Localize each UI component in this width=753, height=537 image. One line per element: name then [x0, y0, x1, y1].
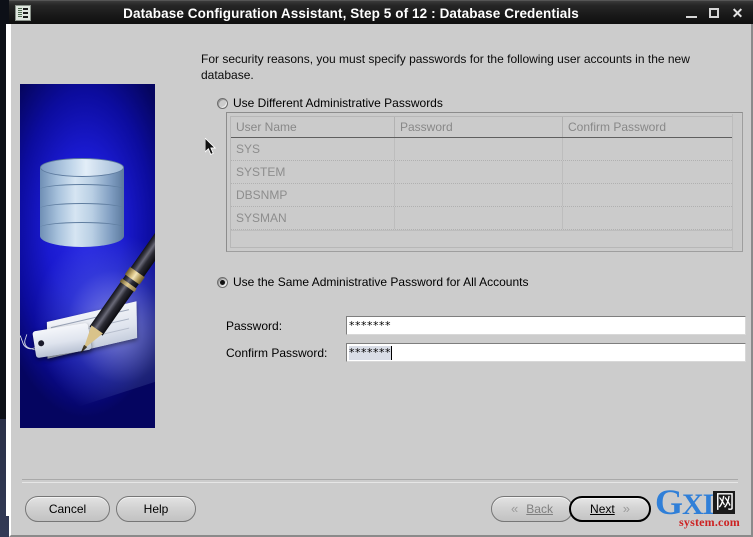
- table-header-row: User Name Password Confirm Password: [231, 117, 732, 138]
- cell-password[interactable]: [395, 138, 563, 160]
- cell-password[interactable]: [395, 184, 563, 206]
- cell-user-name: SYSTEM: [231, 161, 395, 183]
- intro-text: For security reasons, you must specify p…: [201, 52, 690, 82]
- password-value: *******: [349, 318, 391, 332]
- password-label: Password:: [226, 318, 283, 333]
- minimize-icon[interactable]: [685, 7, 698, 20]
- confirm-password-value: *******: [349, 345, 391, 360]
- maximize-icon[interactable]: [708, 7, 721, 20]
- chevron-left-icon: «: [511, 501, 519, 516]
- radio-label-different: Use Different Administrative Passwords: [233, 96, 443, 110]
- table-empty-area: [231, 230, 732, 275]
- cell-password[interactable]: [395, 207, 563, 229]
- cylinder-ring: [40, 222, 124, 233]
- window-controls: ✕: [685, 6, 744, 20]
- table-row[interactable]: DBSNMP: [231, 184, 732, 207]
- cell-confirm-password[interactable]: [563, 184, 732, 206]
- radio-label-same: Use the Same Administrative Password for…: [233, 275, 529, 289]
- table-row[interactable]: SYS: [231, 138, 732, 161]
- table-row[interactable]: SYSMAN: [231, 207, 732, 230]
- cell-password[interactable]: [395, 161, 563, 183]
- back-button-label: Back: [526, 502, 553, 516]
- confirm-password-field-row: Confirm Password: *******: [226, 343, 746, 362]
- column-header-confirm-password[interactable]: Confirm Password: [563, 117, 732, 137]
- column-header-user-name[interactable]: User Name: [231, 117, 395, 137]
- watermark-subtitle: system.com: [679, 515, 740, 529]
- cell-confirm-password[interactable]: [563, 138, 732, 160]
- table-row[interactable]: SYSTEM: [231, 161, 732, 184]
- cell-confirm-password[interactable]: [563, 161, 732, 183]
- cell-user-name: SYSMAN: [231, 207, 395, 229]
- chevron-right-icon: »: [622, 501, 630, 516]
- text-caret: [391, 345, 392, 360]
- password-field-row: Password: *******: [226, 316, 746, 335]
- database-cylinder-icon: [40, 158, 124, 254]
- cell-user-name: DBSNMP: [231, 184, 395, 206]
- password-input[interactable]: *******: [346, 316, 746, 335]
- cylinder-top: [40, 158, 124, 177]
- next-button[interactable]: Next »: [569, 496, 651, 522]
- help-button[interactable]: Help: [116, 496, 196, 522]
- credentials-table[interactable]: User Name Password Confirm Password SYS …: [226, 112, 743, 252]
- footer-separator: [22, 479, 738, 483]
- confirm-password-input[interactable]: *******: [346, 343, 746, 362]
- cylinder-ring: [40, 203, 124, 214]
- next-button-label: Next: [590, 502, 615, 516]
- cancel-button-label: Cancel: [48, 502, 87, 516]
- window-title: Database Configuration Assistant, Step 5…: [123, 5, 579, 21]
- back-button[interactable]: « Back: [491, 496, 573, 522]
- radio-use-different-passwords[interactable]: Use Different Administrative Passwords: [217, 96, 443, 110]
- column-header-password[interactable]: Password: [395, 117, 563, 137]
- cell-user-name: SYS: [231, 138, 395, 160]
- watermark-prefix: G: [655, 482, 683, 522]
- help-button-label: Help: [143, 502, 169, 516]
- close-icon[interactable]: ✕: [731, 6, 744, 20]
- dialog-window: Database Configuration Assistant, Step 5…: [9, 0, 753, 537]
- table-vertical-scrollbar[interactable]: [732, 114, 741, 250]
- credentials-table-inner: User Name Password Confirm Password SYS …: [230, 116, 733, 248]
- footer-bar: Cancel Help « Back Next »: [11, 490, 751, 534]
- cylinder-ring: [40, 184, 124, 195]
- desktop-background: Database Configuration Assistant, Step 5…: [0, 0, 753, 537]
- radio-button-indicator[interactable]: [217, 97, 228, 109]
- confirm-password-label: Confirm Password:: [226, 345, 328, 360]
- cell-confirm-password[interactable]: [563, 207, 732, 229]
- title-bar: Database Configuration Assistant, Step 5…: [9, 0, 753, 25]
- watermark-cjk: 网: [713, 491, 736, 514]
- cancel-button[interactable]: Cancel: [25, 496, 110, 522]
- dialog-body: For security reasons, you must specify p…: [9, 24, 753, 537]
- radio-use-same-password[interactable]: Use the Same Administrative Password for…: [217, 275, 528, 289]
- database-wizard-icon: [15, 5, 31, 21]
- wizard-banner-image: [20, 84, 155, 428]
- site-watermark: GXI 网 system.com: [655, 484, 753, 537]
- radio-button-indicator[interactable]: [217, 276, 228, 288]
